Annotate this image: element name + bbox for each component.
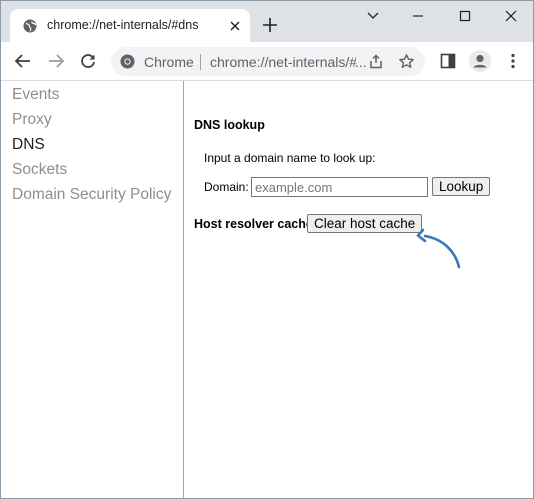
side-panel-icon[interactable] [439, 52, 457, 70]
sidebar-item-domain-security-policy[interactable]: Domain Security Policy [12, 186, 171, 204]
close-icon[interactable] [228, 19, 242, 33]
sidebar-item-dns[interactable]: DNS [12, 136, 45, 154]
back-arrow-icon[interactable] [14, 52, 32, 70]
address-bar[interactable]: Chrome chrome://net-internals/#dns ... [111, 47, 425, 76]
plus-icon[interactable] [262, 17, 278, 33]
url-ellipsis: ... [355, 54, 367, 70]
origin-label: Chrome [144, 54, 194, 70]
toolbar: Chrome chrome://net-internals/#dns ... [1, 42, 533, 81]
profile-icon[interactable] [468, 49, 492, 73]
share-icon[interactable] [367, 53, 384, 70]
kebab-menu-icon[interactable] [504, 52, 522, 70]
annotation-arrow-icon [416, 228, 461, 269]
page-content: Events Proxy DNS Sockets Domain Security… [1, 81, 533, 498]
sidebar-item-sockets[interactable]: Sockets [12, 161, 67, 179]
reload-icon[interactable] [79, 52, 97, 70]
window-close-icon[interactable] [500, 7, 522, 25]
maximize-icon[interactable] [454, 7, 476, 25]
dns-lookup-heading: DNS lookup [194, 118, 265, 132]
host-resolver-cache-heading: Host resolver cache [194, 217, 313, 231]
chrome-icon [120, 54, 135, 69]
globe-icon [23, 19, 37, 33]
sidebar-item-events[interactable]: Events [12, 86, 59, 104]
sidebar: Events Proxy DNS Sockets Domain Security… [1, 81, 184, 498]
url-text[interactable]: chrome://net-internals/#dns [210, 54, 356, 70]
browser-window: chrome://net-internals/#dns Chrome chrom… [0, 0, 534, 499]
lookup-prompt: Input a domain name to look up: [204, 151, 376, 165]
minimize-icon[interactable] [407, 7, 429, 25]
domain-label: Domain: [204, 180, 249, 194]
star-icon[interactable] [398, 53, 415, 70]
tab-title: chrome://net-internals/#dns [47, 18, 199, 32]
active-tab[interactable]: chrome://net-internals/#dns [10, 9, 250, 42]
clear-host-cache-button[interactable]: Clear host cache [307, 214, 423, 233]
chevron-down-icon[interactable] [362, 7, 384, 25]
sidebar-item-proxy[interactable]: Proxy [12, 111, 52, 129]
forward-arrow-icon[interactable] [47, 52, 65, 70]
tab-strip: chrome://net-internals/#dns [1, 1, 533, 42]
omnibox-separator [200, 54, 201, 70]
lookup-button[interactable]: Lookup [432, 177, 491, 196]
domain-input[interactable] [251, 177, 428, 197]
